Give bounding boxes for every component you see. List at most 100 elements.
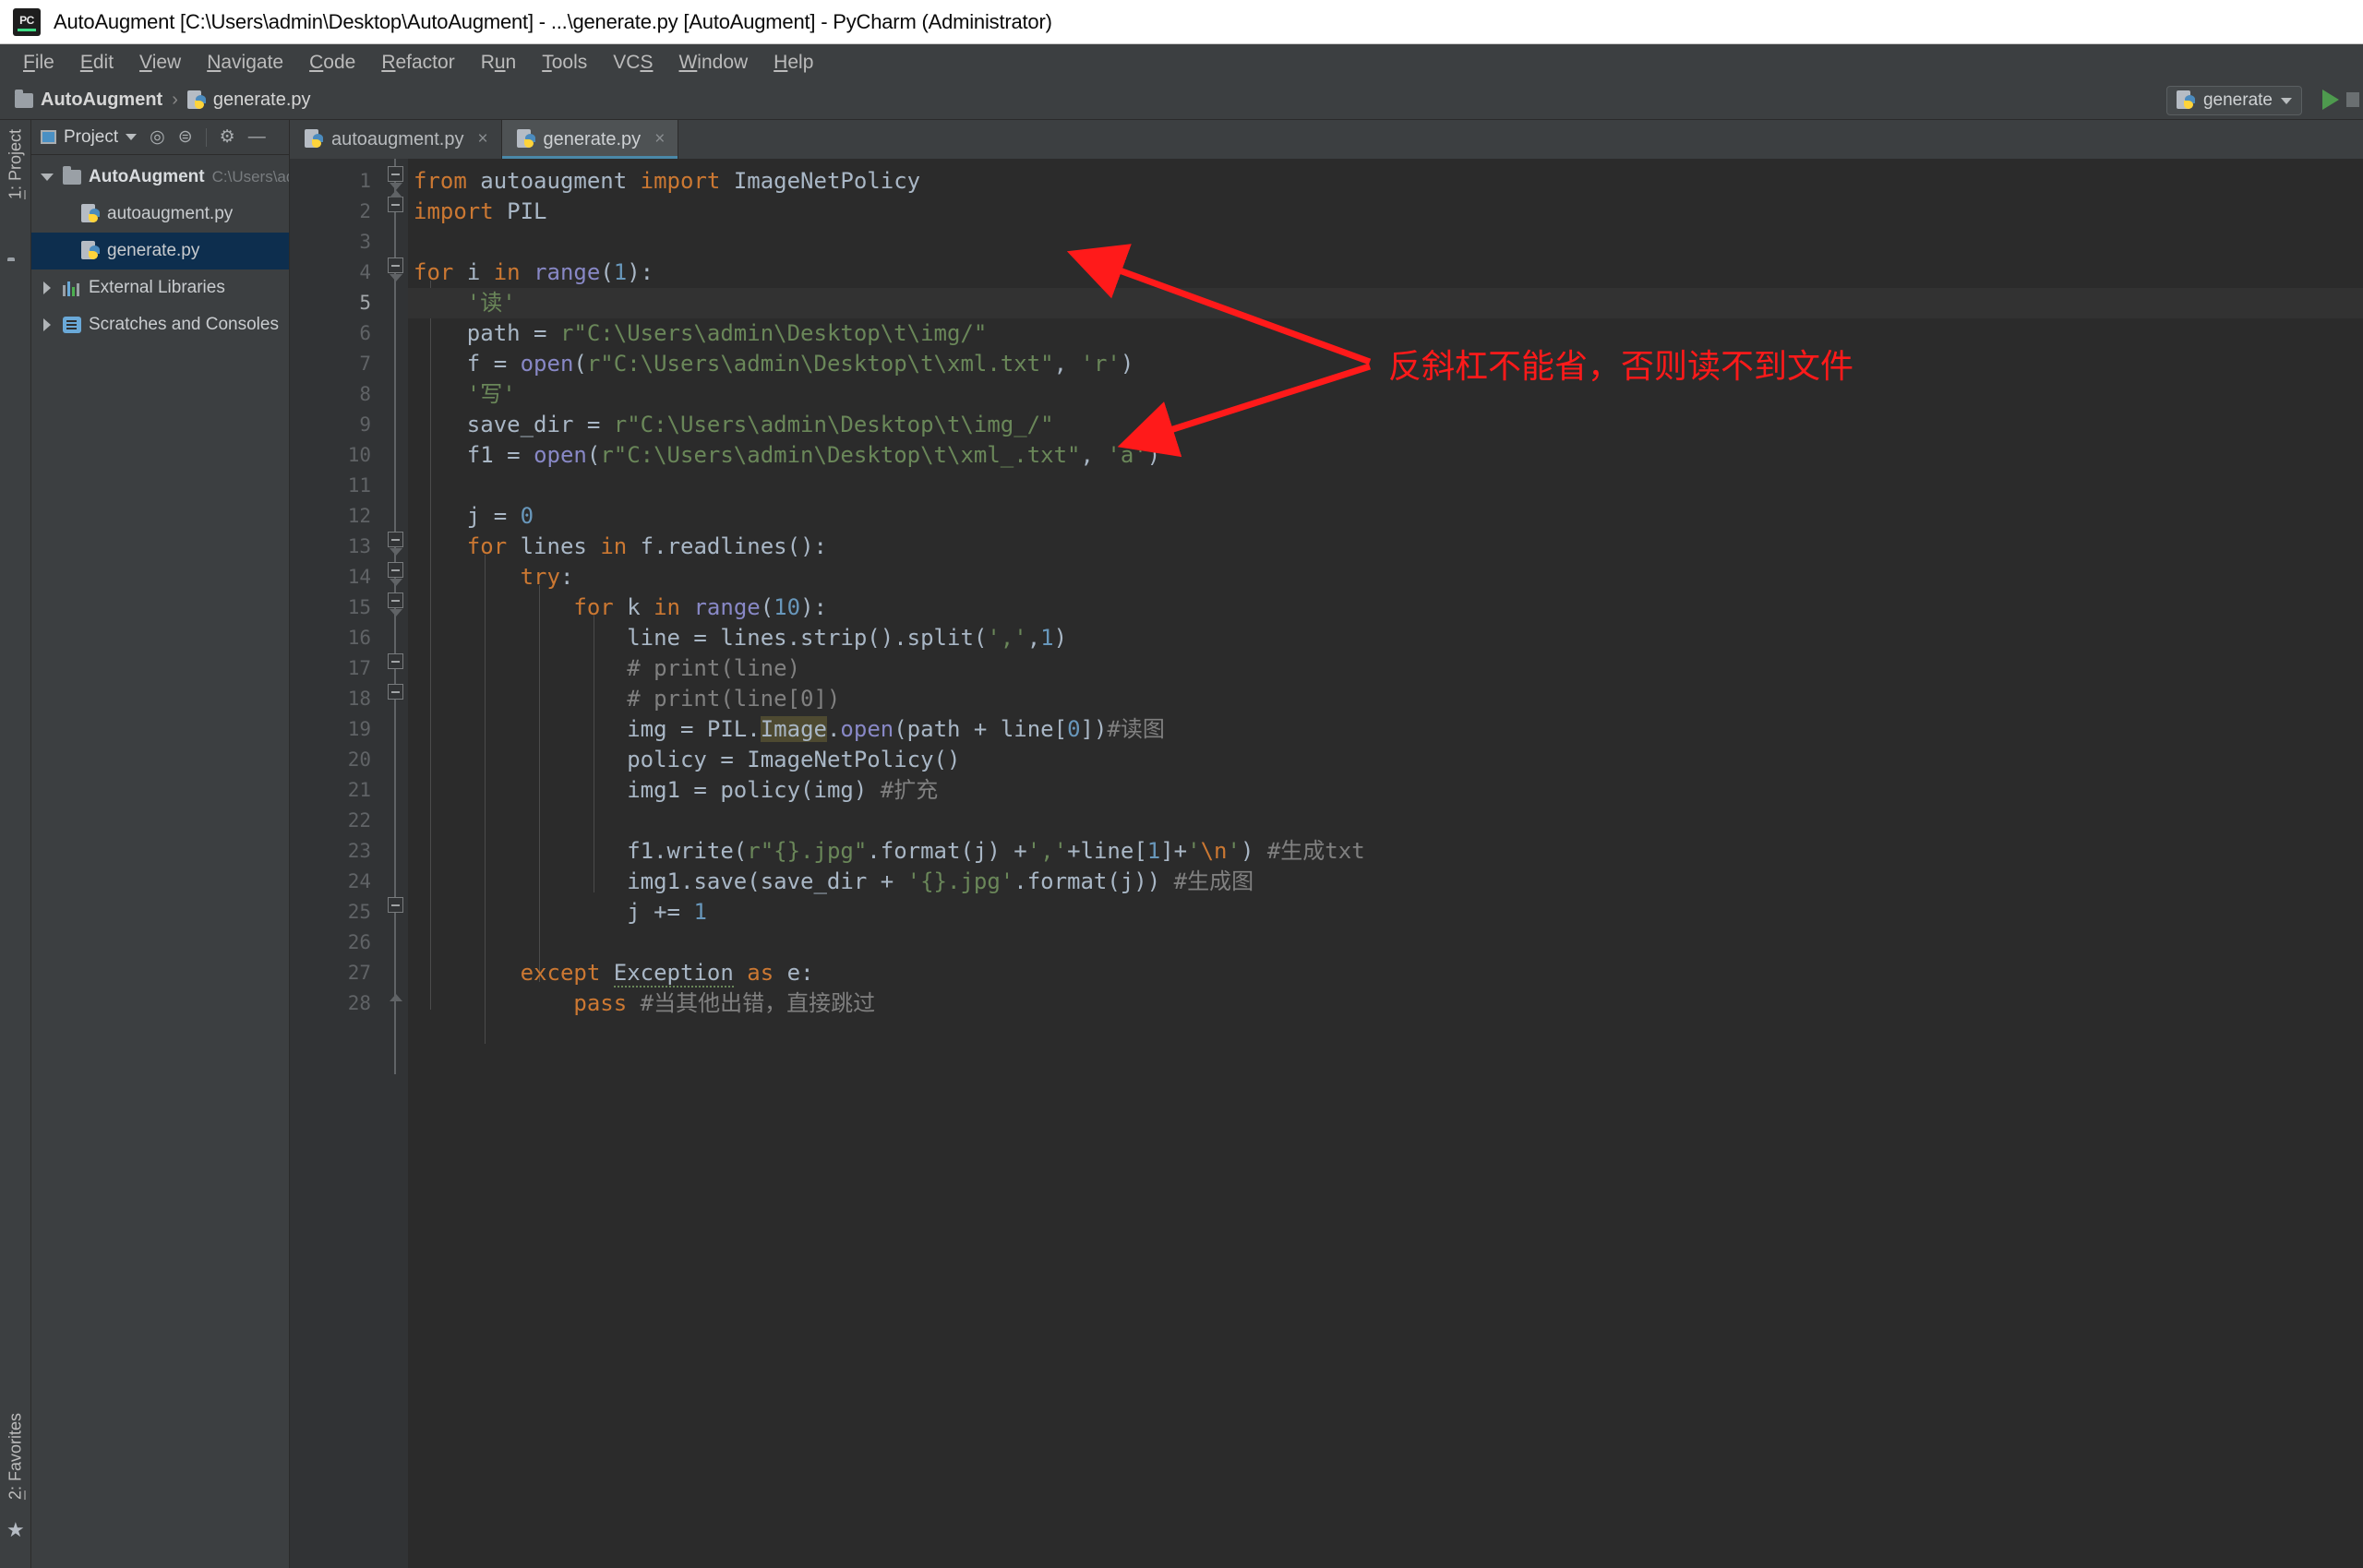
expand-triangle-icon[interactable] bbox=[39, 281, 55, 294]
fold-tip-icon bbox=[390, 190, 402, 197]
code-line[interactable]: pass #当其他出错，直接跳过 bbox=[414, 988, 875, 1019]
code-line[interactable]: img1 = policy(img) #扩充 bbox=[414, 775, 938, 806]
code-line[interactable]: from autoaugment import ImageNetPolicy bbox=[414, 166, 920, 197]
python-file-icon bbox=[186, 90, 206, 111]
code-line[interactable]: try: bbox=[414, 562, 574, 592]
tool-window-favorites-label[interactable]: 2: Favorites bbox=[6, 1413, 25, 1500]
menu-file[interactable]: File bbox=[11, 48, 66, 78]
folder-icon bbox=[15, 89, 33, 108]
code-line[interactable]: img1.save(save_dir + '{}.jpg'.format(j))… bbox=[414, 867, 1253, 897]
code-line[interactable]: f = open(r"C:\Users\admin\Desktop\t\xml.… bbox=[414, 349, 1134, 379]
breadcrumb-separator: › bbox=[172, 90, 178, 110]
menu-tools[interactable]: Tools bbox=[530, 48, 599, 78]
line-number-gutter[interactable]: 1 2 3 4 5 6 7 8 9 10 11 12 13 14 15 16 17 18 19 20 21 22 23 24 2… bbox=[290, 159, 382, 1568]
fold-toggle-icon[interactable] bbox=[388, 166, 403, 182]
tab-autoaugment-py[interactable]: autoaugment.py × bbox=[290, 120, 502, 159]
code-line[interactable]: '读' bbox=[414, 288, 516, 318]
fold-toggle-icon[interactable] bbox=[388, 562, 403, 578]
breadcrumb-file[interactable]: generate.py bbox=[186, 90, 311, 111]
fold-toggle-icon[interactable] bbox=[388, 684, 403, 700]
line-number: 17 bbox=[347, 657, 371, 679]
code-line[interactable]: policy = ImageNetPolicy() bbox=[414, 745, 960, 775]
tab-label: autoaugment.py bbox=[331, 128, 464, 150]
run-configuration-selector[interactable]: generate bbox=[2165, 86, 2302, 115]
menu-bar: File Edit View Navigate Code Refactor Ru… bbox=[0, 44, 2363, 81]
minimize-icon[interactable]: — bbox=[248, 128, 266, 146]
editor-area: autoaugment.py × generate.py × 123456789… bbox=[290, 120, 2363, 1568]
code-line[interactable]: f1.write(r"{}.jpg".format(j) +','+line[1… bbox=[414, 836, 1364, 867]
code-line[interactable]: line = lines.strip().split(',',1) bbox=[414, 623, 1067, 653]
run-button[interactable] bbox=[2322, 90, 2339, 110]
expand-triangle-icon[interactable] bbox=[39, 318, 55, 331]
fold-toggle-icon[interactable] bbox=[388, 653, 403, 669]
tree-item-autoaugment-py[interactable]: autoaugment.py bbox=[31, 196, 289, 233]
title-bar: PC AutoAugment [C:\Users\admin\Desktop\A… bbox=[0, 0, 2363, 44]
project-panel-title[interactable]: Project bbox=[41, 126, 138, 148]
code-line[interactable]: j += 1 bbox=[414, 897, 707, 928]
tab-generate-py[interactable]: generate.py × bbox=[501, 120, 679, 159]
fold-toggle-icon[interactable] bbox=[388, 897, 403, 913]
locate-target-icon[interactable]: ◎ bbox=[150, 128, 165, 146]
menu-run[interactable]: Run bbox=[469, 48, 529, 78]
tree-item-label: AutoAugment bbox=[89, 167, 205, 186]
python-file-icon bbox=[516, 129, 535, 150]
menu-code[interactable]: Code bbox=[297, 48, 367, 78]
tool-window-project-label[interactable]: 1: Project bbox=[6, 129, 25, 199]
menu-window[interactable]: Window bbox=[666, 48, 760, 78]
run-configuration-label: generate bbox=[2202, 90, 2273, 110]
code-folding-strip[interactable] bbox=[382, 159, 408, 1568]
code-line[interactable]: # print(line[0]) bbox=[414, 684, 840, 714]
collapse-all-icon[interactable]: ⊜ bbox=[178, 128, 193, 146]
code-line[interactable]: for lines in f.readlines(): bbox=[414, 532, 827, 562]
code-editor[interactable]: from autoaugment import ImageNetPolicy im… bbox=[408, 159, 2363, 1568]
menu-navigate[interactable]: Navigate bbox=[195, 48, 295, 78]
expand-triangle-icon[interactable] bbox=[39, 174, 55, 181]
fold-toggle-icon[interactable] bbox=[388, 592, 403, 608]
line-number: 16 bbox=[347, 627, 371, 649]
code-line[interactable]: save_dir = r"C:\Users\admin\Desktop\t\im… bbox=[414, 410, 1054, 440]
line-number: 27 bbox=[347, 962, 371, 984]
stop-button[interactable] bbox=[2346, 92, 2359, 107]
breadcrumb-project-label: AutoAugment bbox=[41, 90, 163, 110]
fold-tip-icon bbox=[390, 548, 402, 556]
breadcrumb-bar: AutoAugment › generate.py generate bbox=[0, 81, 2363, 120]
code-line[interactable]: for i in range(1): bbox=[414, 257, 654, 288]
code-line[interactable]: f1 = open(r"C:\Users\admin\Desktop\t\xml… bbox=[414, 440, 1160, 471]
line-number: 28 bbox=[347, 992, 371, 1014]
line-number: 21 bbox=[347, 779, 371, 801]
menu-vcs[interactable]: VCS bbox=[601, 48, 665, 78]
code-line[interactable]: # print(line) bbox=[414, 653, 800, 684]
tree-item-autoaugment-root[interactable]: AutoAugment C:\Users\adm bbox=[31, 159, 289, 196]
tab-label: generate.py bbox=[543, 128, 642, 150]
close-icon[interactable]: × bbox=[654, 129, 665, 150]
tree-item-external-libraries[interactable]: External Libraries bbox=[31, 269, 289, 306]
line-number: 19 bbox=[347, 718, 371, 740]
chevron-down-icon bbox=[2281, 97, 2292, 104]
code-line[interactable]: for k in range(10): bbox=[414, 592, 827, 623]
gear-icon[interactable]: ⚙ bbox=[220, 128, 235, 146]
fold-toggle-icon[interactable] bbox=[388, 532, 403, 547]
tree-item-generate-py[interactable]: generate.py bbox=[31, 233, 289, 269]
menu-edit[interactable]: Edit bbox=[68, 48, 126, 78]
code-line[interactable]: except Exception as e: bbox=[414, 958, 814, 988]
toolbar-divider bbox=[205, 127, 207, 147]
breadcrumb-project[interactable]: AutoAugment bbox=[15, 89, 163, 111]
code-line[interactable]: '写' bbox=[414, 379, 516, 410]
project-panel-title-label: Project bbox=[64, 126, 119, 147]
code-line[interactable]: img = PIL.Image.open(path + line[0])#读图 bbox=[414, 714, 1165, 745]
tree-item-scratches-consoles[interactable]: Scratches and Consoles bbox=[31, 306, 289, 343]
line-number: 24 bbox=[347, 870, 371, 892]
code-line[interactable]: j = 0 bbox=[414, 501, 534, 532]
close-icon[interactable]: × bbox=[477, 129, 487, 150]
menu-refactor[interactable]: Refactor bbox=[369, 48, 466, 78]
tree-item-path: C:\Users\adm bbox=[211, 168, 289, 186]
fold-toggle-icon[interactable] bbox=[388, 257, 403, 273]
favorites-star-icon[interactable]: ★ bbox=[6, 1520, 25, 1540]
window-icon bbox=[41, 130, 56, 144]
menu-view[interactable]: View bbox=[127, 48, 193, 78]
code-line[interactable]: import PIL bbox=[414, 197, 547, 227]
code-line[interactable]: path = r"C:\Users\admin\Desktop\t\img/" bbox=[414, 318, 988, 349]
fold-toggle-icon[interactable] bbox=[388, 197, 403, 212]
line-number: 25 bbox=[347, 901, 371, 923]
menu-help[interactable]: Help bbox=[762, 48, 825, 78]
